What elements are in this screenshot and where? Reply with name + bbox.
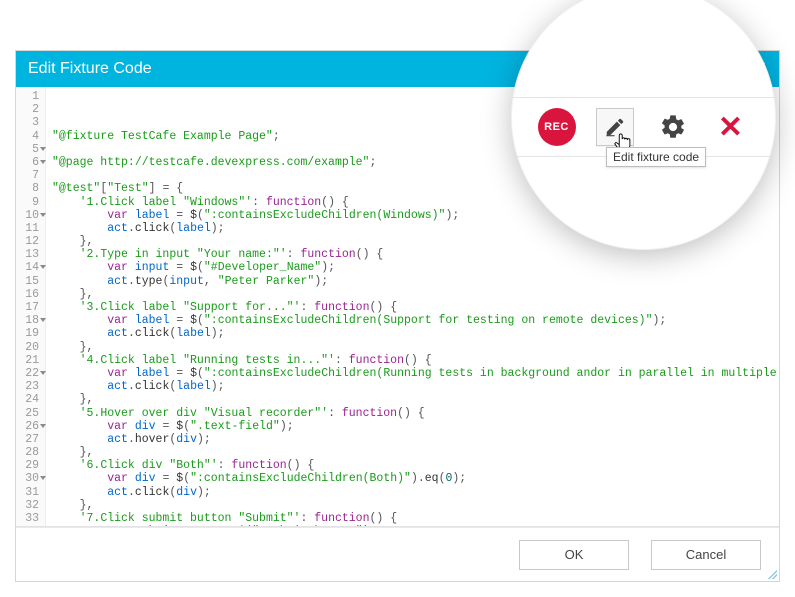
dialog-edit-fixture-code: Edit Fixture Code ✕ 12345678910111213141… bbox=[15, 50, 780, 582]
code-line[interactable]: "@fixture TestCafe Example Page"; bbox=[52, 130, 773, 143]
code-line[interactable]: '1.Click label "Windows"': function() { bbox=[52, 196, 773, 209]
line-number[interactable]: 29 bbox=[16, 459, 39, 472]
line-number[interactable]: 17 bbox=[16, 301, 39, 314]
line-number[interactable]: 30 bbox=[16, 472, 39, 485]
line-number[interactable]: 5 bbox=[16, 143, 39, 156]
line-number[interactable]: 13 bbox=[16, 248, 39, 261]
line-number[interactable]: 19 bbox=[16, 327, 39, 340]
line-number[interactable]: 7 bbox=[16, 169, 39, 182]
code-editor[interactable]: 1234567891011121314151617181920212223242… bbox=[16, 87, 779, 527]
code-line[interactable]: }, bbox=[52, 499, 773, 512]
code-line[interactable]: act.click(label); bbox=[52, 380, 773, 393]
line-number[interactable]: 2 bbox=[16, 103, 39, 116]
line-number[interactable]: 25 bbox=[16, 407, 39, 420]
code-line[interactable]: act.type(input, "Peter Parker"); bbox=[52, 275, 773, 288]
code-line[interactable]: act.click(div); bbox=[52, 486, 773, 499]
line-number[interactable]: 26 bbox=[16, 420, 39, 433]
line-number[interactable]: 22 bbox=[16, 367, 39, 380]
code-line[interactable]: var label = $(":containsExcludeChildren(… bbox=[52, 209, 773, 222]
code-area[interactable]: "@fixture TestCafe Example Page"; "@page … bbox=[46, 87, 779, 526]
line-number[interactable]: 33 bbox=[16, 512, 39, 525]
code-line[interactable]: }, bbox=[52, 235, 773, 248]
dialog-footer: OK Cancel bbox=[16, 527, 779, 581]
code-line[interactable]: '4.Click label "Running tests in..."': f… bbox=[52, 354, 773, 367]
line-number[interactable]: 31 bbox=[16, 486, 39, 499]
code-line[interactable]: var label = $(":containsExcludeChildren(… bbox=[52, 314, 773, 327]
line-number[interactable]: 16 bbox=[16, 288, 39, 301]
line-number[interactable]: 24 bbox=[16, 393, 39, 406]
line-number[interactable]: 6 bbox=[16, 156, 39, 169]
code-line[interactable]: }, bbox=[52, 446, 773, 459]
code-line[interactable]: '2.Type in input "Your name:"': function… bbox=[52, 248, 773, 261]
code-line[interactable]: '5.Hover over div "Visual recorder"': fu… bbox=[52, 407, 773, 420]
line-number[interactable]: 32 bbox=[16, 499, 39, 512]
cancel-button[interactable]: Cancel bbox=[651, 540, 761, 570]
line-number[interactable]: 10 bbox=[16, 209, 39, 222]
code-line[interactable] bbox=[52, 169, 773, 182]
line-number[interactable]: 27 bbox=[16, 433, 39, 446]
code-line[interactable]: var label = $(":containsExcludeChildren(… bbox=[52, 367, 773, 380]
resize-grip-icon[interactable] bbox=[767, 569, 777, 579]
line-number[interactable]: 3 bbox=[16, 116, 39, 129]
code-line[interactable]: var submitButton = $("#submit-button"); bbox=[52, 525, 773, 526]
line-number[interactable]: 9 bbox=[16, 196, 39, 209]
line-number[interactable]: 28 bbox=[16, 446, 39, 459]
code-line[interactable]: act.click(label); bbox=[52, 222, 773, 235]
line-number[interactable]: 12 bbox=[16, 235, 39, 248]
code-line[interactable] bbox=[52, 143, 773, 156]
line-number[interactable]: 15 bbox=[16, 275, 39, 288]
line-number[interactable]: 18 bbox=[16, 314, 39, 327]
line-number[interactable]: 23 bbox=[16, 380, 39, 393]
dialog-title: Edit Fixture Code bbox=[28, 60, 750, 78]
code-line[interactable]: act.hover(div); bbox=[52, 433, 773, 446]
code-line[interactable]: }, bbox=[52, 393, 773, 406]
code-line[interactable]: "@test"["Test"] = { bbox=[52, 182, 773, 195]
code-line[interactable]: }, bbox=[52, 288, 773, 301]
code-line[interactable]: '6.Click div "Both"': function() { bbox=[52, 459, 773, 472]
code-line[interactable]: var div = $(":containsExcludeChildren(Bo… bbox=[52, 472, 773, 485]
titlebar[interactable]: Edit Fixture Code ✕ bbox=[16, 51, 779, 87]
line-number[interactable]: 11 bbox=[16, 222, 39, 235]
line-number[interactable]: 8 bbox=[16, 182, 39, 195]
ok-button[interactable]: OK bbox=[519, 540, 629, 570]
line-number[interactable]: 20 bbox=[16, 341, 39, 354]
code-line[interactable]: act.click(label); bbox=[52, 327, 773, 340]
line-number-gutter[interactable]: 1234567891011121314151617181920212223242… bbox=[16, 87, 46, 526]
line-number[interactable]: 14 bbox=[16, 261, 39, 274]
close-icon[interactable]: ✕ bbox=[750, 59, 767, 79]
code-line[interactable]: }, bbox=[52, 341, 773, 354]
code-line[interactable]: '7.Click submit button "Submit"': functi… bbox=[52, 512, 773, 525]
line-number[interactable]: 21 bbox=[16, 354, 39, 367]
code-line[interactable]: '3.Click label "Support for..."': functi… bbox=[52, 301, 773, 314]
line-number[interactable]: 1 bbox=[16, 90, 39, 103]
code-line[interactable]: var input = $("#Developer_Name"); bbox=[52, 261, 773, 274]
line-number[interactable]: 4 bbox=[16, 130, 39, 143]
code-line[interactable]: "@page http://testcafe.devexpress.com/ex… bbox=[52, 156, 773, 169]
code-line[interactable]: var div = $(".text-field"); bbox=[52, 420, 773, 433]
